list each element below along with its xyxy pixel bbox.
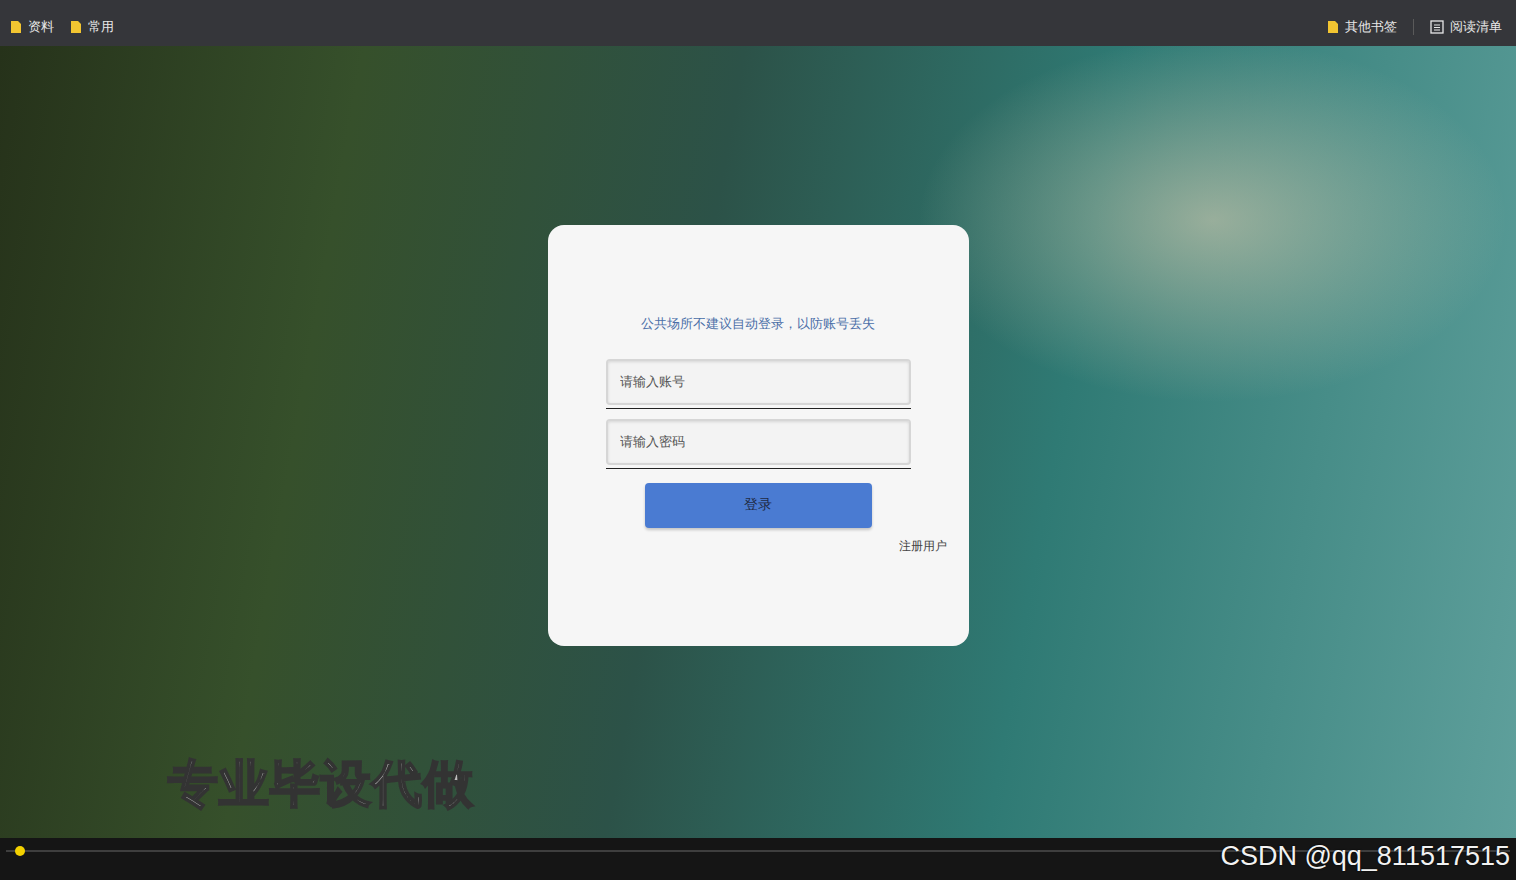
- login-notice: 公共场所不建议自动登录，以防账号丢失: [641, 315, 875, 333]
- bookmark-divider: [1413, 19, 1414, 35]
- bookmark[interactable]: 资料: [10, 18, 54, 36]
- watermark: 专业毕设代做: [168, 751, 474, 818]
- account-input[interactable]: [606, 359, 911, 405]
- reading-list-icon: [1430, 20, 1444, 34]
- field-wrap: [606, 359, 911, 409]
- login-button[interactable]: 登录: [645, 483, 872, 528]
- bookmark[interactable]: 其他书签: [1327, 18, 1397, 36]
- player-bar: CSDN @qq_811517515: [0, 838, 1516, 880]
- progress-knob[interactable]: [15, 846, 25, 856]
- register-row: 注册用户: [570, 538, 947, 555]
- bookmarks-bar: 资料常用 其他书签 阅读清单: [0, 0, 1516, 46]
- page: 资料常用 其他书签 阅读清单公共场所不建议自动登录，以防账号丢失登录注册用户专业毕设…: [0, 0, 1516, 880]
- bookmark[interactable]: 阅读清单: [1430, 18, 1502, 36]
- field-wrap: [606, 419, 911, 469]
- register-link[interactable]: 注册用户: [899, 538, 947, 555]
- folder-icon: [1327, 20, 1339, 34]
- folder-icon: [10, 20, 22, 34]
- bookmarks-right: 其他书签 阅读清单: [1327, 18, 1502, 36]
- background-photo: 公共场所不建议自动登录，以防账号丢失登录注册用户专业毕设代做: [0, 46, 1516, 838]
- password-input[interactable]: [606, 419, 911, 465]
- bookmarks-left: 资料常用: [10, 18, 114, 36]
- credit-watermark: CSDN @qq_811517515: [1220, 841, 1510, 872]
- bookmark[interactable]: 常用: [70, 18, 114, 36]
- login-card: 公共场所不建议自动登录，以防账号丢失登录注册用户: [548, 225, 969, 646]
- field-underline: [606, 408, 911, 409]
- folder-icon: [70, 20, 82, 34]
- field-underline: [606, 468, 911, 469]
